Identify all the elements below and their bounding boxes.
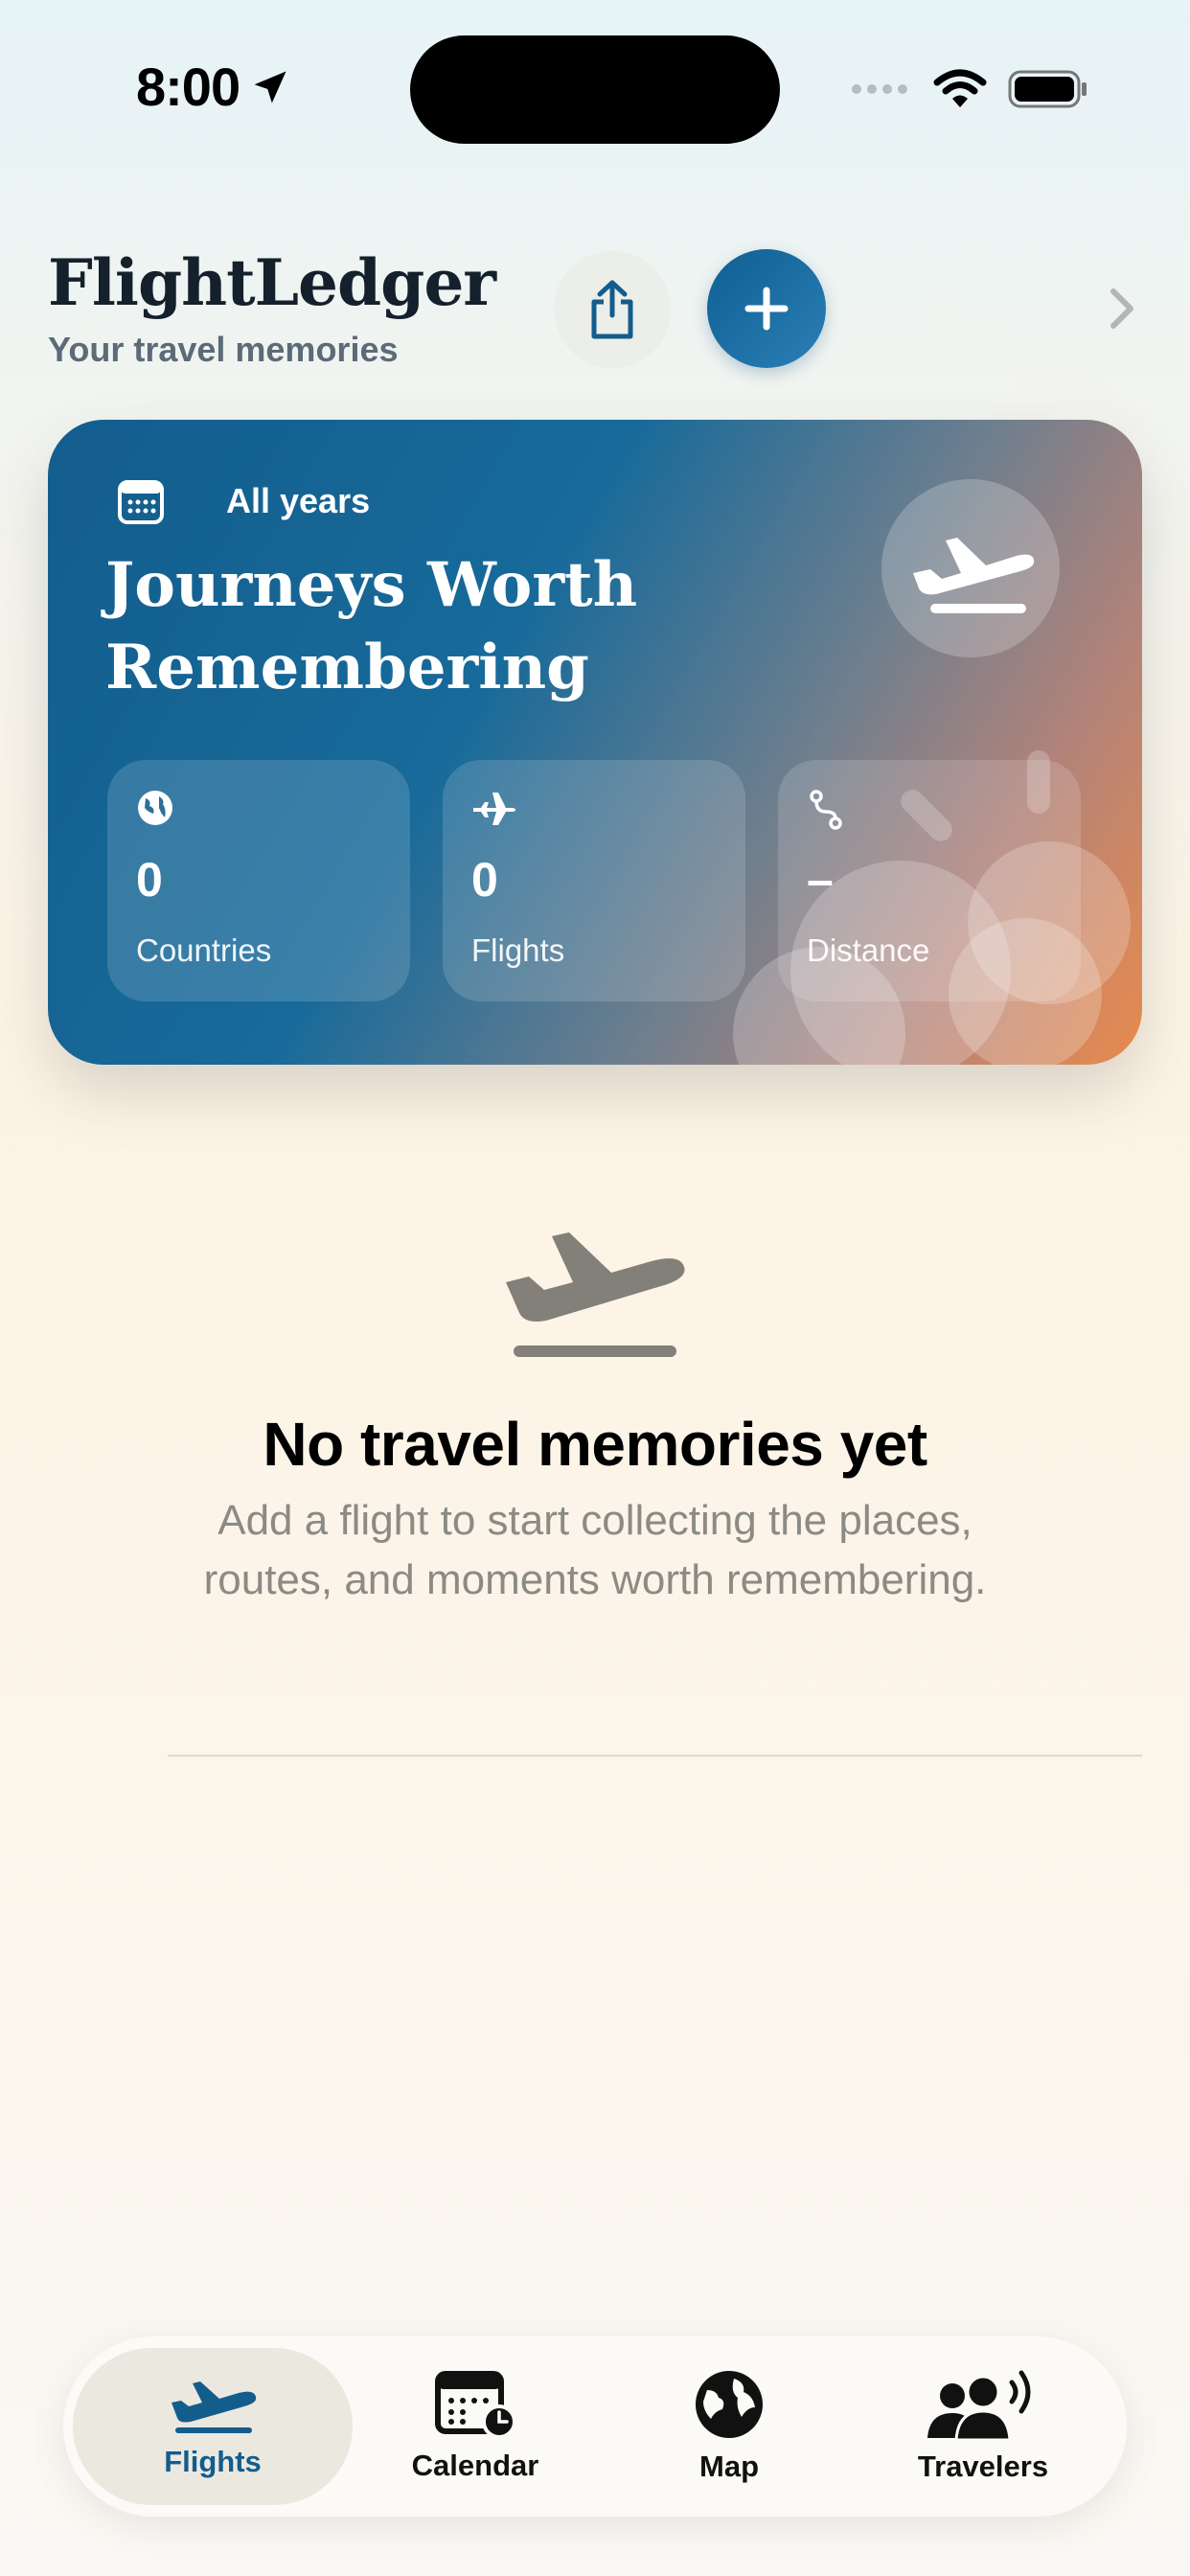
dynamic-island (410, 35, 780, 144)
stat-value: 0 (136, 853, 163, 907)
globe-icon (138, 791, 172, 825)
status-time: 8:00 (136, 56, 291, 118)
tab-label: Calendar (411, 2449, 539, 2482)
journeys-summary-card[interactable]: All years Journeys Worth Remembering 0 C… (48, 420, 1142, 1065)
tab-bar: Flights Calendar Map Travelers (63, 2336, 1127, 2517)
stat-distance: – Distance (778, 760, 1081, 1001)
people-icon (927, 2370, 1031, 2440)
clock-text: 8:00 (136, 57, 240, 117)
airplane-departure-icon (506, 1232, 685, 1357)
tab-map[interactable]: Map (624, 2348, 835, 2505)
empty-state-title: No travel memories yet (263, 1410, 927, 1479)
calendar-icon (435, 2371, 516, 2439)
description-line: Add a flight to start collecting the pla… (217, 1497, 973, 1544)
battery-icon (1008, 70, 1087, 108)
stat-label: Flights (471, 932, 565, 968)
globe-icon (696, 2371, 763, 2438)
empty-state-description: Add a flight to start collecting the pla… (115, 1491, 1075, 1610)
plus-icon (744, 287, 789, 331)
airplane-departure-icon (172, 2381, 257, 2433)
tab-label: Flights (164, 2445, 262, 2478)
location-arrow-icon (254, 71, 286, 103)
divider (168, 1755, 1142, 1757)
stat-label: Distance (807, 932, 930, 968)
tab-calendar[interactable]: Calendar (370, 2348, 581, 2505)
add-flight-button[interactable] (707, 249, 826, 368)
status-icons (851, 69, 1088, 109)
tab-label: Travelers (917, 2450, 1049, 2483)
calendar-icon (118, 480, 164, 524)
stat-value: – (807, 853, 834, 907)
share-icon (591, 280, 633, 339)
hero-title: Journeys Worth Remembering (105, 544, 776, 709)
stat-flights: 0 Flights (443, 760, 745, 1001)
app-subtitle: Your travel memories (48, 330, 399, 369)
share-button[interactable] (554, 251, 671, 368)
airplane-departure-icon (913, 538, 1035, 613)
stat-value: 0 (471, 853, 498, 907)
route-icon (810, 790, 842, 830)
wifi-icon (933, 69, 987, 107)
description-line: routes, and moments worth remembering. (203, 1556, 987, 1603)
tab-label: Map (699, 2450, 759, 2483)
plane-badge (881, 479, 1060, 657)
hero-title-line: Journeys Worth (105, 549, 638, 621)
app-title: FlightLedger (48, 245, 496, 320)
tab-flights[interactable]: Flights (73, 2348, 353, 2505)
chevron-right-icon[interactable] (1108, 286, 1136, 332)
cellular-signal-icon (852, 84, 907, 94)
stat-label: Countries (136, 932, 272, 968)
hero-title-line: Remembering (105, 632, 589, 703)
year-filter-label[interactable]: All years (226, 481, 370, 521)
airplane-icon (473, 793, 515, 825)
tab-travelers[interactable]: Travelers (878, 2348, 1088, 2505)
stat-countries: 0 Countries (107, 760, 410, 1001)
